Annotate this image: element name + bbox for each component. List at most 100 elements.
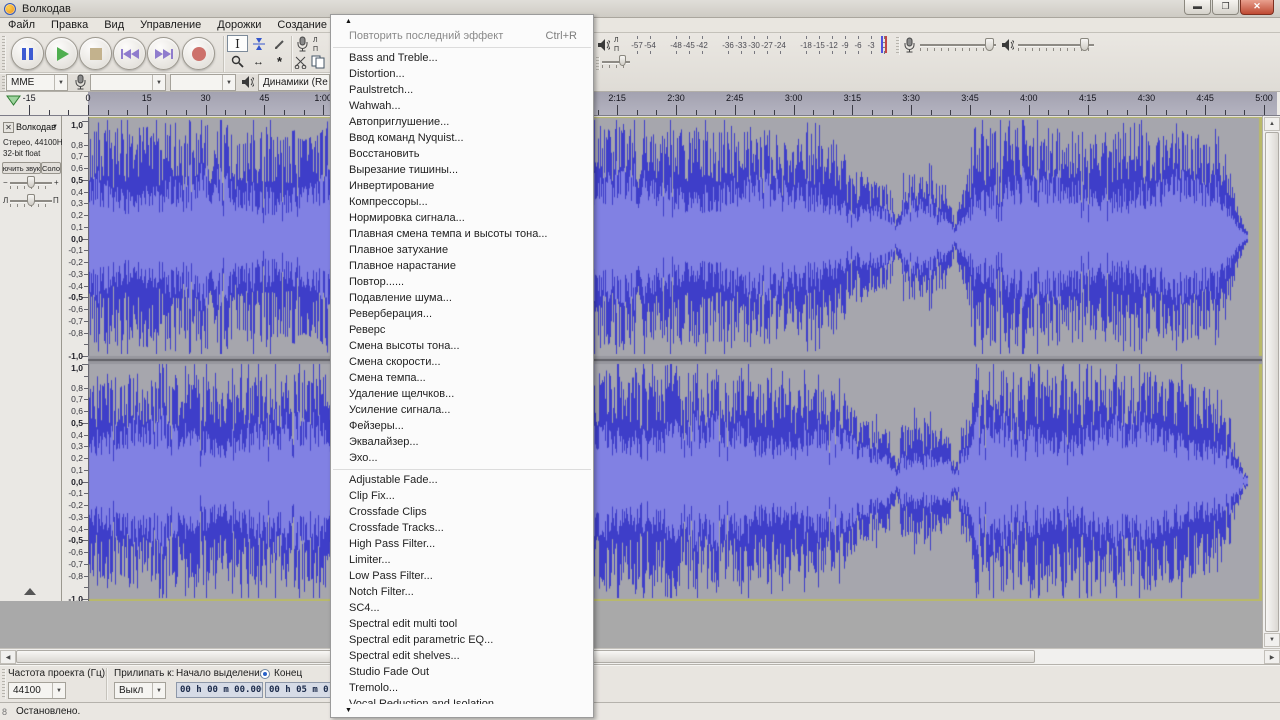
- playback-meter[interactable]: ЛП-57-54-48-45-42-36-33-30-27-24-18-15-1…: [596, 33, 888, 57]
- menu-item-восстановить[interactable]: Восстановить: [331, 146, 593, 162]
- quick-play-pin-icon[interactable]: [6, 95, 21, 106]
- menu-scroll-down[interactable]: ▼: [331, 704, 593, 717]
- menu-item-повторить-последний-эффект[interactable]: Повторить последний эффектCtrl+R: [331, 28, 593, 44]
- mixer-grip[interactable]: [896, 37, 900, 55]
- track-collapse-icon[interactable]: [24, 588, 36, 595]
- menu-item-удаление-щелчков-[interactable]: Удаление щелчков...: [331, 386, 593, 402]
- mute-button[interactable]: Отключить звук: [2, 162, 41, 174]
- vertical-scrollbar[interactable]: ▲ ▼: [1262, 116, 1280, 648]
- menu-item-смена-высоты-тона-[interactable]: Смена высоты тона...: [331, 338, 593, 354]
- menu-item-фейзеры-[interactable]: Фейзеры...: [331, 418, 593, 434]
- menu-item-плавное-затухание[interactable]: Плавное затухание: [331, 242, 593, 258]
- menubar-item-Создание[interactable]: Создание: [269, 18, 335, 33]
- toolbar-grip[interactable]: [2, 669, 6, 699]
- play-button[interactable]: [45, 37, 78, 70]
- menubar-item-Управление[interactable]: Управление: [132, 18, 209, 33]
- pause-button[interactable]: [11, 37, 44, 70]
- menu-item-вырезание-тишины-[interactable]: Вырезание тишины...: [331, 162, 593, 178]
- menu-item-vocal-reduction-and-isolation-[interactable]: Vocal Reduction and Isolation...: [331, 696, 593, 704]
- menu-item-смена-скорости-[interactable]: Смена скорости...: [331, 354, 593, 370]
- menu-item-spectral-edit-shelves-[interactable]: Spectral edit shelves...: [331, 648, 593, 664]
- menu-item-автоприглушение-[interactable]: Автоприглушение...: [331, 114, 593, 130]
- pan-thumb[interactable]: [27, 194, 35, 206]
- skip-to-end-button[interactable]: [147, 37, 180, 70]
- record-volume-thumb[interactable]: [985, 38, 994, 51]
- menu-item-компрессоры-[interactable]: Компрессоры...: [331, 194, 593, 210]
- menu-item-adjustable-fade-[interactable]: Adjustable Fade...: [331, 472, 593, 488]
- menu-item-повтор-[interactable]: Повтор......: [331, 274, 593, 290]
- selection-start-field[interactable]: 00 h 00 m 00.000 s▼: [176, 682, 263, 698]
- waveform-display[interactable]: [88, 117, 1262, 601]
- output-device-combo[interactable]: Динамики (Re: [258, 74, 330, 91]
- menu-item-notch-filter-[interactable]: Notch Filter...: [331, 584, 593, 600]
- scroll-up-button[interactable]: ▲: [1264, 117, 1280, 131]
- menu-item-нормировка-сигнала-[interactable]: Нормировка сигнала...: [331, 210, 593, 226]
- menubar-item-Вид[interactable]: Вид: [96, 18, 132, 33]
- menu-item-crossfade-clips[interactable]: Crossfade Clips: [331, 504, 593, 520]
- pan-slider[interactable]: [10, 194, 52, 208]
- timeline-ruler[interactable]: -1501530451:001:151:301:452:002:152:302:…: [0, 92, 1280, 116]
- vertical-scroll-thumb[interactable]: [1265, 132, 1279, 632]
- menu-item-limiter-[interactable]: Limiter...: [331, 552, 593, 568]
- restore-button[interactable]: ❐: [1212, 0, 1239, 15]
- menu-item-ввод-команд-nyquist-[interactable]: Ввод команд Nyquist...: [331, 130, 593, 146]
- input-device-combo[interactable]: ▼: [90, 74, 166, 91]
- selection-end-field[interactable]: 00 h 05 m 0: [265, 682, 331, 698]
- playback-volume-slider[interactable]: [1018, 38, 1094, 52]
- menu-item-реверберация-[interactable]: Реверберация...: [331, 306, 593, 322]
- gain-slider[interactable]: [10, 176, 52, 190]
- record-volume-slider[interactable]: [920, 38, 996, 52]
- host-combo[interactable]: MME▼: [6, 74, 68, 91]
- transcription-grip[interactable]: [596, 57, 600, 70]
- close-button[interactable]: ✕: [1240, 0, 1274, 15]
- snap-to-combo[interactable]: Выкл▼: [114, 682, 166, 699]
- menu-item-sc4-[interactable]: SC4...: [331, 600, 593, 616]
- stop-button[interactable]: [79, 37, 112, 70]
- scroll-right-button[interactable]: ▶: [1264, 650, 1280, 664]
- project-rate-combo[interactable]: 44100▼: [8, 682, 66, 699]
- time-shift-tool-button[interactable]: ↔: [248, 53, 269, 70]
- track-menu-arrow-icon[interactable]: ▼: [52, 124, 58, 130]
- scroll-down-button[interactable]: ▼: [1264, 633, 1280, 647]
- playback-volume-thumb[interactable]: [1080, 38, 1089, 51]
- menu-item-high-pass-filter-[interactable]: High Pass Filter...: [331, 536, 593, 552]
- menu-item-low-pass-filter-[interactable]: Low Pass Filter...: [331, 568, 593, 584]
- menu-scroll-up[interactable]: ▲: [331, 15, 593, 28]
- draw-tool-button[interactable]: [269, 35, 290, 52]
- end-radio[interactable]: [260, 669, 270, 679]
- menu-item-studio-fade-out[interactable]: Studio Fade Out: [331, 664, 593, 680]
- menu-item-эхо-[interactable]: Эхо...: [331, 450, 593, 466]
- menu-item-смена-темпа-[interactable]: Смена темпа...: [331, 370, 593, 386]
- minimize-button[interactable]: ▬: [1184, 0, 1211, 15]
- menu-item-плавное-нарастание[interactable]: Плавное нарастание: [331, 258, 593, 274]
- menu-item-подавление-шума-[interactable]: Подавление шума...: [331, 290, 593, 306]
- envelope-tool-button[interactable]: [248, 35, 269, 52]
- menu-item-crossfade-tracks-[interactable]: Crossfade Tracks...: [331, 520, 593, 536]
- track-close-button[interactable]: ✕: [3, 122, 14, 133]
- menu-item-wahwah-[interactable]: Wahwah...: [331, 98, 593, 114]
- input-channels-combo[interactable]: ▼: [170, 74, 236, 91]
- menu-item-clip-fix-[interactable]: Clip Fix...: [331, 488, 593, 504]
- menu-item-tremolo-[interactable]: Tremolo...: [331, 680, 593, 696]
- menu-item-distortion-[interactable]: Distortion...: [331, 66, 593, 82]
- menu-item-плавная-смена-темпа-и-высоты-тона-[interactable]: Плавная смена темпа и высоты тона...: [331, 226, 593, 242]
- menu-item-усиление-сигнала-[interactable]: Усиление сигнала...: [331, 402, 593, 418]
- play-speed-slider[interactable]: [602, 55, 630, 67]
- scroll-left-button[interactable]: ◀: [0, 650, 16, 664]
- selection-tool-button[interactable]: I: [227, 35, 248, 52]
- menu-item-реверс[interactable]: Реверс: [331, 322, 593, 338]
- skip-to-start-button[interactable]: [113, 37, 146, 70]
- menu-item-paulstretch-[interactable]: Paulstretch...: [331, 82, 593, 98]
- play-speed-thumb[interactable]: [619, 55, 626, 66]
- multi-tool-button[interactable]: *: [269, 53, 290, 70]
- menu-item-bass-and-treble-[interactable]: Bass and Treble...: [331, 50, 593, 66]
- horizontal-scrollbar[interactable]: ◀ ▶: [0, 648, 1280, 664]
- titlebar[interactable]: Волкодав ▬ ❐ ✕: [0, 0, 1280, 18]
- solo-button[interactable]: Соло: [41, 162, 61, 174]
- menu-item-spectral-edit-multi-tool[interactable]: Spectral edit multi tool: [331, 616, 593, 632]
- menubar-item-Дорожки[interactable]: Дорожки: [209, 18, 269, 33]
- menu-item-эквалайзер-[interactable]: Эквалайзер...: [331, 434, 593, 450]
- menu-item-инвертирование[interactable]: Инвертирование: [331, 178, 593, 194]
- menubar-item-Правка[interactable]: Правка: [43, 18, 96, 33]
- zoom-tool-button[interactable]: [227, 53, 248, 70]
